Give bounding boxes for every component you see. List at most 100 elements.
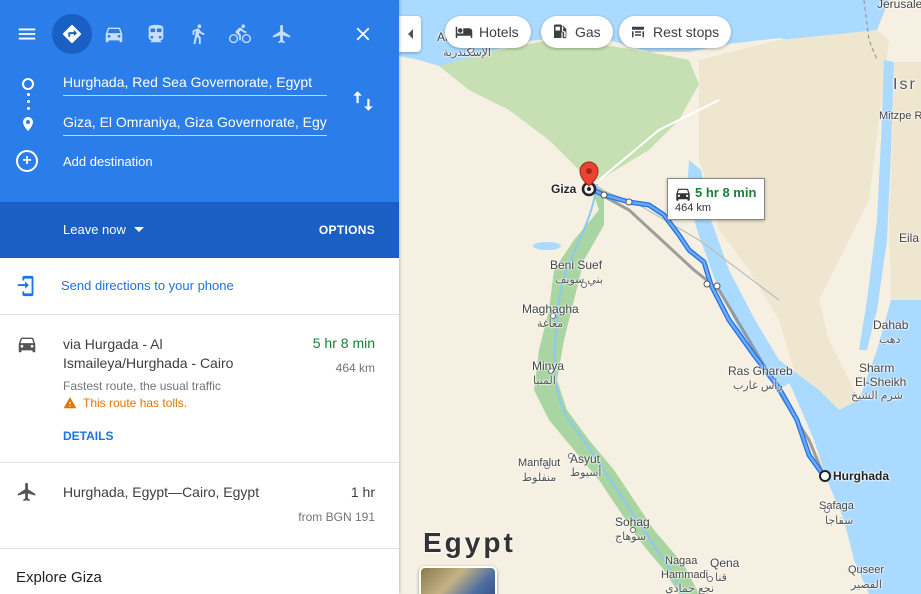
route-distance: 464 km [335,361,375,375]
destination-pin-icon [23,117,33,131]
car-icon [105,27,123,43]
add-destination-label: Add destination [63,153,153,169]
destination-row: Giza, El Omraniya, Giza Governorate, Egy… [0,108,399,138]
map-label-maghagha-ar: مغاغة [537,318,564,330]
gas-label: Gas [575,24,601,40]
map-label-hurghada: Hurghada [833,469,890,483]
map-label-egypt: Egypt [423,527,516,558]
options-button[interactable]: OPTIONS [319,223,375,237]
mode-cycling-button[interactable] [220,14,260,54]
flight-duration: 1 hr [350,484,375,500]
origin-input[interactable]: Hurghada, Red Sea Governorate, Egypt [63,68,327,96]
satellite-layer-toggle[interactable] [419,566,497,594]
flight-route: Hurghada, Egypt—Cairo, Egypt [63,484,260,500]
route-toll-warning: This route has tolls. [63,396,187,410]
rest-stop-icon [632,26,644,38]
directions-panel: Hurghada, Red Sea Governorate, Egypt Giz… [0,0,399,594]
leave-now-dropdown[interactable]: Leave now [63,222,144,237]
origin-row: Hurghada, Red Sea Governorate, Egypt [0,68,399,98]
map-label-israel: Isr [893,76,917,93]
warning-icon [63,397,77,409]
hotels-label: Hotels [479,24,519,40]
collapse-panel-button[interactable] [399,16,421,52]
map-label-qena: Qena [710,556,740,570]
map-label-giza: Giza [551,182,577,196]
close-icon [356,27,370,41]
add-destination-button[interactable]: + Add destination [16,148,153,174]
map-label-ras-ghareb-ar: رأس غارب [733,380,783,392]
route-warning-text: This route has tolls. [83,396,188,410]
caret-down-icon [133,227,144,232]
send-directions-row[interactable]: Send directions to your phone [0,258,399,315]
map-label-safaga-ar: سفاجا [825,515,854,527]
map-label-jerusalem: Jerusale [877,0,921,11]
map-label-sohag: Sohag [615,515,650,529]
map-label-sharm-ar: شرم الشيخ [851,390,903,402]
add-circle-icon: + [16,150,38,172]
hotels-chip[interactable]: Hotels [445,16,531,48]
route-name: via Hurgada - Al Ismaileya/Hurghada - Ca… [63,336,234,371]
mode-transit-button[interactable] [136,14,176,54]
gas-station-icon [554,24,567,39]
details-link[interactable]: DETAILS [63,429,113,443]
map-label-sharm: Sharm [859,361,895,375]
flight-option-card[interactable]: Hurghada, Egypt—Cairo, Egypt 1 hr from B… [0,463,399,549]
swap-arrows-icon [353,91,373,111]
directions-icon [62,24,82,44]
map-label-minya: Minya [532,359,565,373]
leave-now-label: Leave now [63,222,126,237]
car-icon [676,188,690,201]
destination-input[interactable]: Giza, El Omraniya, Giza Governorate, Egy… [63,108,327,136]
route-option-card[interactable]: via Hurgada - Al Ismaileya/Hurghada - Ca… [0,315,399,463]
bicycle-icon [229,24,251,44]
menu-button[interactable] [7,14,47,54]
gas-chip[interactable]: Gas [541,16,613,48]
travel-mode-bar [0,14,399,54]
rest-stops-chip[interactable]: Rest stops [619,16,732,48]
map-label-mitzpe: Mitzpe Ra [879,110,921,122]
mode-walking-button[interactable] [178,14,218,54]
map-label-eilat: Eila [899,231,920,245]
train-icon [148,24,164,43]
map-label-qena-ar: قنا [715,572,727,584]
map-label-maghagha: Maghagha [522,302,579,316]
map-label-sharm-2: El-Sheikh [855,375,907,389]
rest-stops-label: Rest stops [653,24,720,40]
flight-price: from BGN 191 [298,510,375,524]
bubble-duration: 5 hr 8 min [695,185,757,200]
map-label-dahab-ar: دهب [879,334,901,346]
map-view[interactable]: Hotels Gas Rest stops 5 hr 8 min 464 km … [399,0,921,594]
airplane-icon [17,482,36,502]
map-label-beni-suef: Beni Suef [550,258,603,272]
menu-icon [18,28,36,40]
chevron-left-icon [407,29,413,39]
swap-button[interactable] [350,88,376,114]
map-label-quseer-ar: القصير [851,579,882,591]
map-label-nagaa-2: Hammadi [661,569,709,581]
car-icon [18,337,36,353]
explore-heading: Explore Giza [16,569,102,586]
walking-icon [192,24,205,45]
bubble-distance: 464 km [675,202,712,214]
airplane-icon [272,24,291,44]
map-label-manfalut-ar: منفلوط [522,472,557,484]
mode-driving-button[interactable] [94,14,134,54]
directions-header: Hurghada, Red Sea Governorate, Egypt Giz… [0,0,399,202]
bed-icon [455,26,473,38]
map-label-nagaa: Nagaa [665,555,698,567]
mode-best-button[interactable] [52,14,92,54]
map-label-dahab: Dahab [873,318,909,332]
map-label-ras-ghareb: Ras Ghareb [728,364,793,378]
mode-flights-button[interactable] [262,14,302,54]
send-to-phone-icon [17,275,34,297]
close-directions-button[interactable] [343,14,383,54]
send-directions-label: Send directions to your phone [61,278,234,293]
map-label-asyut: Asyut [570,452,601,466]
origin-circle-icon [22,78,34,90]
departure-options-bar: Leave now OPTIONS [0,202,399,258]
map-label-manfalut: Manfalut [518,457,561,469]
route-duration: 5 hr 8 min [312,335,375,351]
map-label-beni-suef-ar: بني سويف [555,274,603,286]
map-label-quseer: Quseer [848,564,885,576]
route-info-bubble[interactable]: 5 hr 8 min 464 km [667,178,765,220]
